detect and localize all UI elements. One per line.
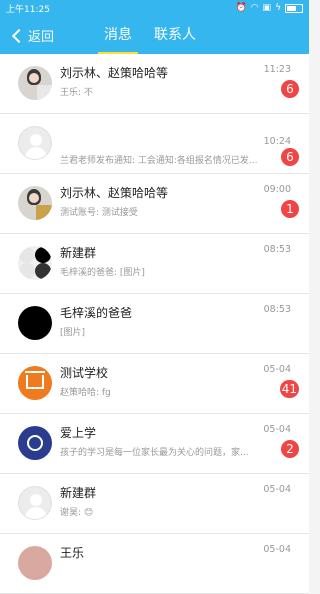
conversation-preview: 兰君老师发布通知: 工会通知:各组报名情况已发... xyxy=(60,156,258,166)
conversation-name: 爱上学 xyxy=(60,426,97,440)
group-avatar xyxy=(18,66,52,100)
conversation-item[interactable]: 测试学校 赵策哈哈: fg 05-04 41 xyxy=(0,354,309,414)
conversation-item[interactable]: 新建群 谢昊: 😊 05-04 xyxy=(0,474,309,534)
conversation-preview: 赵策哈哈: fg xyxy=(60,388,111,398)
conversation-preview: 测试账号: 测试接受 xyxy=(60,208,138,218)
default-user-avatar xyxy=(18,486,52,520)
conversation-name: 王乐 xyxy=(60,546,85,560)
conversation-item[interactable]: 刘示林、赵策哈哈等 王乐: 不 11:23 6 xyxy=(0,54,309,114)
back-button[interactable]: 返回 xyxy=(11,26,55,45)
alarm-icon: ⏰ xyxy=(235,3,247,13)
conversation-preview: 王乐: 不 xyxy=(60,88,93,98)
conversation-item[interactable]: 新建群 毛梓溪的爸爸: [图片] 08:53 xyxy=(0,234,309,294)
conversation-time: 05-04 xyxy=(263,364,291,375)
wifi-icon: ◠ xyxy=(250,3,259,13)
unread-badge: 6 xyxy=(281,80,299,98)
app-header: 返回 消息 联系人 xyxy=(0,16,309,54)
conversation-time: 10:24 xyxy=(263,136,291,147)
group-avatar xyxy=(18,186,52,220)
back-label: 返回 xyxy=(28,30,55,45)
group-avatar xyxy=(18,246,52,280)
conversation-preview: 谢昊: 😊 xyxy=(60,508,94,518)
charging-icon: ϟ xyxy=(275,3,281,13)
conversation-time: 08:53 xyxy=(263,304,291,315)
sim-icon: ▣ xyxy=(262,3,272,13)
conversation-time: 11:23 xyxy=(263,64,291,75)
chevron-left-icon xyxy=(11,28,27,44)
conversation-time: 05-04 xyxy=(263,424,291,435)
conversation-name: 测试学校 xyxy=(60,366,109,380)
default-user-avatar xyxy=(18,126,52,160)
status-bar: 上午11:25 ⏰ ◠ ▣ ϟ xyxy=(0,0,309,16)
conversation-item[interactable]: 兰君老师发布通知: 工会通知:各组报名情况已发... 10:24 6 xyxy=(0,114,309,174)
tab-contacts[interactable]: 联系人 xyxy=(154,16,196,54)
status-time: 上午11:25 xyxy=(6,4,50,15)
conversation-name: 毛梓溪的爸爸 xyxy=(60,306,133,320)
battery-icon xyxy=(285,3,303,13)
conversation-time: 05-04 xyxy=(263,484,291,495)
conversation-time: 08:53 xyxy=(263,244,291,255)
unread-badge: 1 xyxy=(281,200,299,218)
conversation-item[interactable]: 王乐 05-04 xyxy=(0,534,309,594)
user-avatar xyxy=(18,306,52,340)
conversation-time: 09:00 xyxy=(263,184,291,195)
conversation-item[interactable]: 刘示林、赵策哈哈等 测试账号: 测试接受 09:00 1 xyxy=(0,174,309,234)
conversation-item[interactable]: 毛梓溪的爸爸 [图片] 08:53 xyxy=(0,294,309,354)
school-icon xyxy=(18,366,52,400)
tab-bar: 消息 联系人 xyxy=(98,16,196,54)
unread-badge: 41 xyxy=(279,380,299,398)
conversation-preview: [图片] xyxy=(60,328,86,338)
conversation-name: 新建群 xyxy=(60,486,97,500)
conversation-preview: 孩子的学习是每一位家长最为关心的问题，家... xyxy=(60,448,249,458)
unread-badge: 2 xyxy=(281,440,299,458)
app-logo-icon xyxy=(18,426,52,460)
conversation-item[interactable]: 爱上学 孩子的学习是每一位家长最为关心的问题，家... 05-04 2 xyxy=(0,414,309,474)
conversation-name: 新建群 xyxy=(60,246,97,260)
tab-messages[interactable]: 消息 xyxy=(98,16,138,54)
conversation-list: 刘示林、赵策哈哈等 王乐: 不 11:23 6 兰君老师发布通知: 工会通知:各… xyxy=(0,54,309,594)
user-avatar xyxy=(18,546,52,580)
unread-badge: 6 xyxy=(281,148,299,166)
conversation-name: 刘示林、赵策哈哈等 xyxy=(60,66,169,80)
status-icons: ⏰ ◠ ▣ ϟ xyxy=(235,3,303,13)
conversation-name: 刘示林、赵策哈哈等 xyxy=(60,186,169,200)
conversation-preview: 毛梓溪的爸爸: [图片] xyxy=(60,268,145,278)
